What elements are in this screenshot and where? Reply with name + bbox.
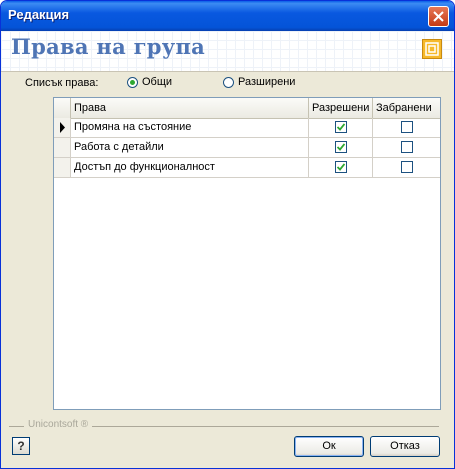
allowed-checkbox[interactable] <box>335 121 347 133</box>
column-header-allowed[interactable]: Разрешени <box>309 98 373 118</box>
help-button[interactable]: ? <box>12 437 30 455</box>
help-icon: ? <box>17 439 25 453</box>
close-icon <box>433 11 444 22</box>
brand-label: Unicontsoft ® <box>24 419 93 430</box>
grid-header: Права Разрешени Забранени <box>54 98 440 119</box>
radio-unselected-icon <box>223 76 234 88</box>
current-row-arrow-icon <box>60 122 65 133</box>
denied-cell <box>373 158 440 177</box>
selector-header <box>54 98 71 118</box>
denied-cell <box>373 118 440 137</box>
allowed-cell <box>309 138 373 157</box>
allowed-cell <box>309 158 373 177</box>
restore-icon[interactable] <box>422 39 442 59</box>
allowed-checkbox[interactable] <box>335 141 347 153</box>
radio-general-label: Общи <box>142 76 173 88</box>
checkmark-icon <box>337 143 345 151</box>
window-title: Редакция <box>8 7 70 22</box>
list-type-label: Списък права: <box>25 77 99 89</box>
allowed-cell <box>309 118 373 137</box>
dialog-window: Редакция Права на група Списък права: Об… <box>0 0 455 469</box>
table-row[interactable]: Достъп до функционалност <box>54 158 440 178</box>
checkmark-icon <box>337 163 345 171</box>
column-header-denied[interactable]: Забранени <box>373 98 440 118</box>
row-selector[interactable] <box>54 118 71 137</box>
denied-cell <box>373 138 440 157</box>
close-button[interactable] <box>428 6 449 27</box>
row-selector[interactable] <box>54 158 71 177</box>
column-header-rights[interactable]: Права <box>71 98 309 118</box>
right-name: Достъп до функционалност <box>71 158 309 177</box>
radio-extended[interactable]: Разширени <box>223 76 295 88</box>
cancel-button[interactable]: Отказ <box>370 436 440 457</box>
denied-checkbox[interactable] <box>401 161 413 173</box>
row-selector[interactable] <box>54 138 71 157</box>
allowed-checkbox[interactable] <box>335 161 347 173</box>
list-type-row: Списък права: Общи Разширени <box>1 72 454 94</box>
ok-button[interactable]: Ок <box>294 436 364 457</box>
rights-grid[interactable]: Права Разрешени Забранени Промяна на със… <box>53 97 441 410</box>
radio-selected-icon <box>127 76 138 88</box>
denied-checkbox[interactable] <box>401 121 413 133</box>
table-row[interactable]: Работа с детайли <box>54 138 440 158</box>
radio-general[interactable]: Общи <box>127 76 172 88</box>
radio-extended-label: Разширени <box>238 76 296 88</box>
table-row[interactable]: Промяна на състояние <box>54 118 440 138</box>
checkmark-icon <box>337 123 345 131</box>
right-name: Промяна на състояние <box>71 118 309 137</box>
denied-checkbox[interactable] <box>401 141 413 153</box>
title-bar[interactable]: Редакция <box>1 1 454 31</box>
right-name: Работа с детайли <box>71 138 309 157</box>
page-title: Права на група <box>11 34 206 59</box>
header-banner: Права на група <box>1 31 454 72</box>
